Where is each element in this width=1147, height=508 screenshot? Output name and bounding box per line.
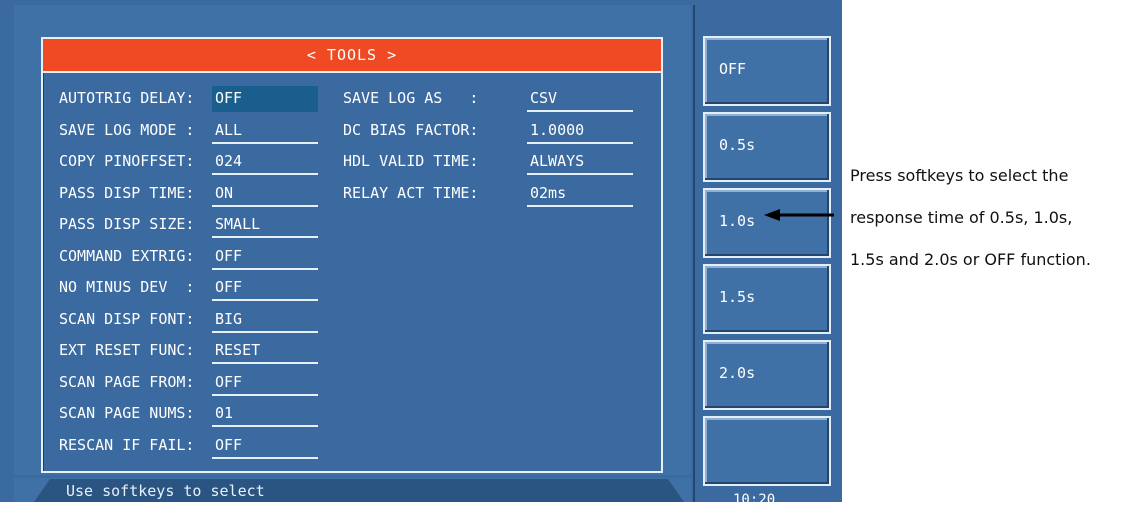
pointer-arrow-icon bbox=[764, 209, 834, 221]
setting-label: RELAY ACT TIME: bbox=[343, 183, 488, 202]
setting-row[interactable]: EXT RESET FUNC: RESET bbox=[59, 338, 318, 366]
softkey-label: 1.5s bbox=[719, 288, 756, 306]
setting-label: COMMAND EXTRIG: bbox=[59, 246, 204, 265]
setting-row[interactable]: SAVE LOG AS : CSV bbox=[343, 86, 633, 114]
note-line-1: Press softkeys to select the bbox=[850, 166, 1069, 185]
softkey-label: 0.5s bbox=[719, 136, 756, 154]
setting-label: HDL VALID TIME: bbox=[343, 152, 488, 170]
softkey-label: 1.0s bbox=[719, 212, 756, 230]
setting-value[interactable]: OFF bbox=[212, 86, 318, 112]
setting-label: SAVE LOG AS : bbox=[343, 89, 488, 107]
softkey-0-5s[interactable]: 0.5s bbox=[703, 112, 831, 182]
setting-label: NO MINUS DEV : bbox=[59, 278, 204, 296]
setting-value[interactable]: ALL bbox=[212, 118, 318, 144]
note-line-3: 1.5s and 2.0s or OFF function. bbox=[850, 250, 1091, 269]
setting-value[interactable]: SMALL bbox=[212, 212, 318, 238]
softkey-off[interactable]: OFF bbox=[703, 36, 831, 106]
softkey-label: OFF bbox=[719, 60, 747, 78]
setting-label: SCAN PAGE NUMS: bbox=[59, 404, 204, 422]
setting-value[interactable]: 024 bbox=[212, 149, 318, 175]
setting-row[interactable]: DC BIAS FACTOR: 1.0000 bbox=[343, 118, 633, 146]
setting-row[interactable]: AUTOTRIG DELAY: OFF bbox=[59, 86, 318, 114]
status-bar: Use softkeys to select bbox=[34, 479, 684, 502]
setting-row[interactable]: SCAN DISP FONT: BIG bbox=[59, 307, 318, 335]
softkey-1-0s[interactable]: 1.0s bbox=[703, 188, 831, 258]
setting-value[interactable]: OFF bbox=[212, 433, 318, 459]
setting-value[interactable]: ON bbox=[212, 181, 318, 207]
softkey-2-0s[interactable]: 2.0s bbox=[703, 340, 831, 410]
setting-row[interactable]: SCAN PAGE NUMS: 01 bbox=[59, 401, 318, 429]
setting-value[interactable]: OFF bbox=[212, 244, 318, 270]
setting-row[interactable]: RELAY ACT TIME: 02ms bbox=[343, 181, 633, 209]
setting-row[interactable]: SAVE LOG MODE : ALL bbox=[59, 118, 318, 146]
setting-label: PASS DISP TIME: bbox=[59, 183, 204, 202]
setting-row[interactable]: COMMAND EXTRIG: OFF bbox=[59, 244, 318, 272]
setting-value[interactable]: 02ms bbox=[527, 181, 633, 207]
page-title: < TOOLS > bbox=[43, 39, 661, 73]
setting-label: SAVE LOG MODE : bbox=[59, 120, 204, 139]
note-line-2: response time of 0.5s, 1.0s, bbox=[850, 208, 1073, 227]
setting-label: SCAN DISP FONT: bbox=[59, 309, 204, 328]
setting-row[interactable]: NO MINUS DEV : OFF bbox=[59, 275, 318, 303]
setting-label: COPY PINOFFSET: bbox=[59, 152, 204, 170]
setting-row[interactable]: SCAN PAGE FROM: OFF bbox=[59, 370, 318, 398]
setting-label: AUTOTRIG DELAY: bbox=[59, 89, 204, 107]
setting-value[interactable]: ALWAYS bbox=[527, 149, 633, 175]
status-text: Use softkeys to select bbox=[66, 482, 265, 500]
setting-row[interactable]: COPY PINOFFSET: 024 bbox=[59, 149, 318, 177]
setting-value[interactable]: BIG bbox=[212, 307, 318, 333]
setting-value[interactable]: OFF bbox=[212, 275, 318, 301]
softkey-panel: OFF 0.5s 1.0s 1.5s 2.0s 10:20 bbox=[693, 5, 841, 508]
setting-label: SCAN PAGE FROM: bbox=[59, 372, 204, 391]
setting-value[interactable]: 1.0000 bbox=[527, 118, 633, 144]
setting-label: EXT RESET FUNC: bbox=[59, 341, 204, 359]
setting-row[interactable]: PASS DISP SIZE: SMALL bbox=[59, 212, 318, 240]
softkey-label: 2.0s bbox=[719, 364, 756, 382]
clock: 10:20 bbox=[733, 492, 776, 508]
setting-row[interactable]: PASS DISP TIME: ON bbox=[59, 181, 318, 209]
setting-value[interactable]: 01 bbox=[212, 401, 318, 427]
setting-value[interactable]: RESET bbox=[212, 338, 318, 364]
softkey-1-5s[interactable]: 1.5s bbox=[703, 264, 831, 334]
setting-value[interactable]: CSV bbox=[527, 86, 633, 112]
tools-panel: < TOOLS > AUTOTRIG DELAY: OFF SAVE LOG MO… bbox=[41, 37, 663, 473]
setting-label: PASS DISP SIZE: bbox=[59, 215, 204, 233]
setting-label: RESCAN IF FAIL: bbox=[59, 435, 204, 454]
setting-value[interactable]: OFF bbox=[212, 370, 318, 396]
setting-label: DC BIAS FACTOR: bbox=[343, 120, 488, 139]
softkey-blank[interactable] bbox=[703, 416, 831, 486]
setting-row[interactable]: RESCAN IF FAIL: OFF bbox=[59, 433, 318, 461]
setting-row[interactable]: HDL VALID TIME: ALWAYS bbox=[343, 149, 633, 177]
